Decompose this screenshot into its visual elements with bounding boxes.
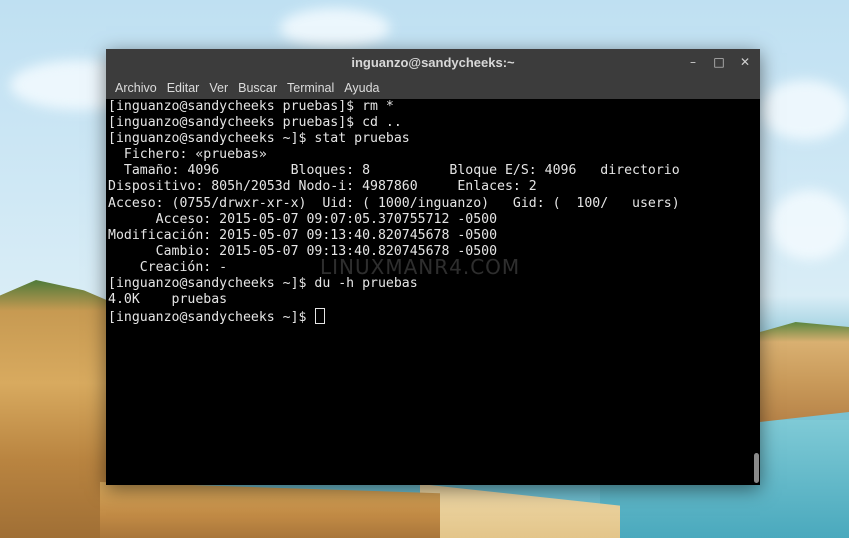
scrollbar[interactable] bbox=[752, 99, 760, 485]
close-icon[interactable]: ✕ bbox=[738, 55, 752, 69]
menubar: Archivo Editar Ver Buscar Terminal Ayuda bbox=[106, 77, 760, 99]
terminal-line: Acceso: 2015-05-07 09:07:05.370755712 -0… bbox=[108, 211, 498, 227]
terminal-window[interactable]: inguanzo@sandycheeks:~ – □ ✕ Archivo Edi… bbox=[106, 49, 760, 485]
titlebar[interactable]: inguanzo@sandycheeks:~ – □ ✕ bbox=[106, 49, 760, 77]
menu-ver[interactable]: Ver bbox=[204, 81, 233, 95]
prompt-line[interactable]: [inguanzo@sandycheeks ~]$ bbox=[108, 308, 752, 326]
watermark: LINUXMANR4.COM bbox=[320, 255, 521, 279]
menu-terminal[interactable]: Terminal bbox=[282, 81, 339, 95]
terminal-line: Tamaño: 4096 Bloques: 8 Bloque E/S: 4096… bbox=[108, 163, 680, 179]
maximize-icon[interactable]: □ bbox=[712, 55, 726, 69]
terminal-line: Modificación: 2015-05-07 09:13:40.820745… bbox=[108, 227, 498, 243]
scroll-thumb[interactable] bbox=[754, 453, 759, 483]
terminal-line: 4.0K pruebas bbox=[108, 292, 228, 308]
window-title: inguanzo@sandycheeks:~ bbox=[351, 55, 515, 70]
terminal-line: [inguanzo@sandycheeks pruebas]$ cd .. bbox=[108, 115, 402, 131]
minimize-icon[interactable]: – bbox=[686, 55, 700, 69]
menu-buscar[interactable]: Buscar bbox=[233, 81, 282, 95]
terminal-line: [inguanzo@sandycheeks ~]$ stat pruebas bbox=[108, 131, 410, 147]
menu-ayuda[interactable]: Ayuda bbox=[339, 81, 384, 95]
prompt: [inguanzo@sandycheeks ~]$ bbox=[108, 310, 315, 326]
menu-editar[interactable]: Editar bbox=[162, 81, 205, 95]
terminal-line: Acceso: (0755/drwxr-xr-x) Uid: ( 1000/in… bbox=[108, 195, 680, 211]
terminal-line: Dispositivo: 805h/2053d Nodo-i: 4987860 … bbox=[108, 179, 537, 195]
menu-archivo[interactable]: Archivo bbox=[110, 81, 162, 95]
terminal-output[interactable]: [inguanzo@sandycheeks pruebas]$ rm * [ing… bbox=[106, 99, 752, 485]
terminal-line: Fichero: «pruebas» bbox=[108, 147, 267, 163]
terminal-line: [inguanzo@sandycheeks pruebas]$ rm * bbox=[108, 99, 394, 114]
text-cursor bbox=[315, 308, 326, 325]
